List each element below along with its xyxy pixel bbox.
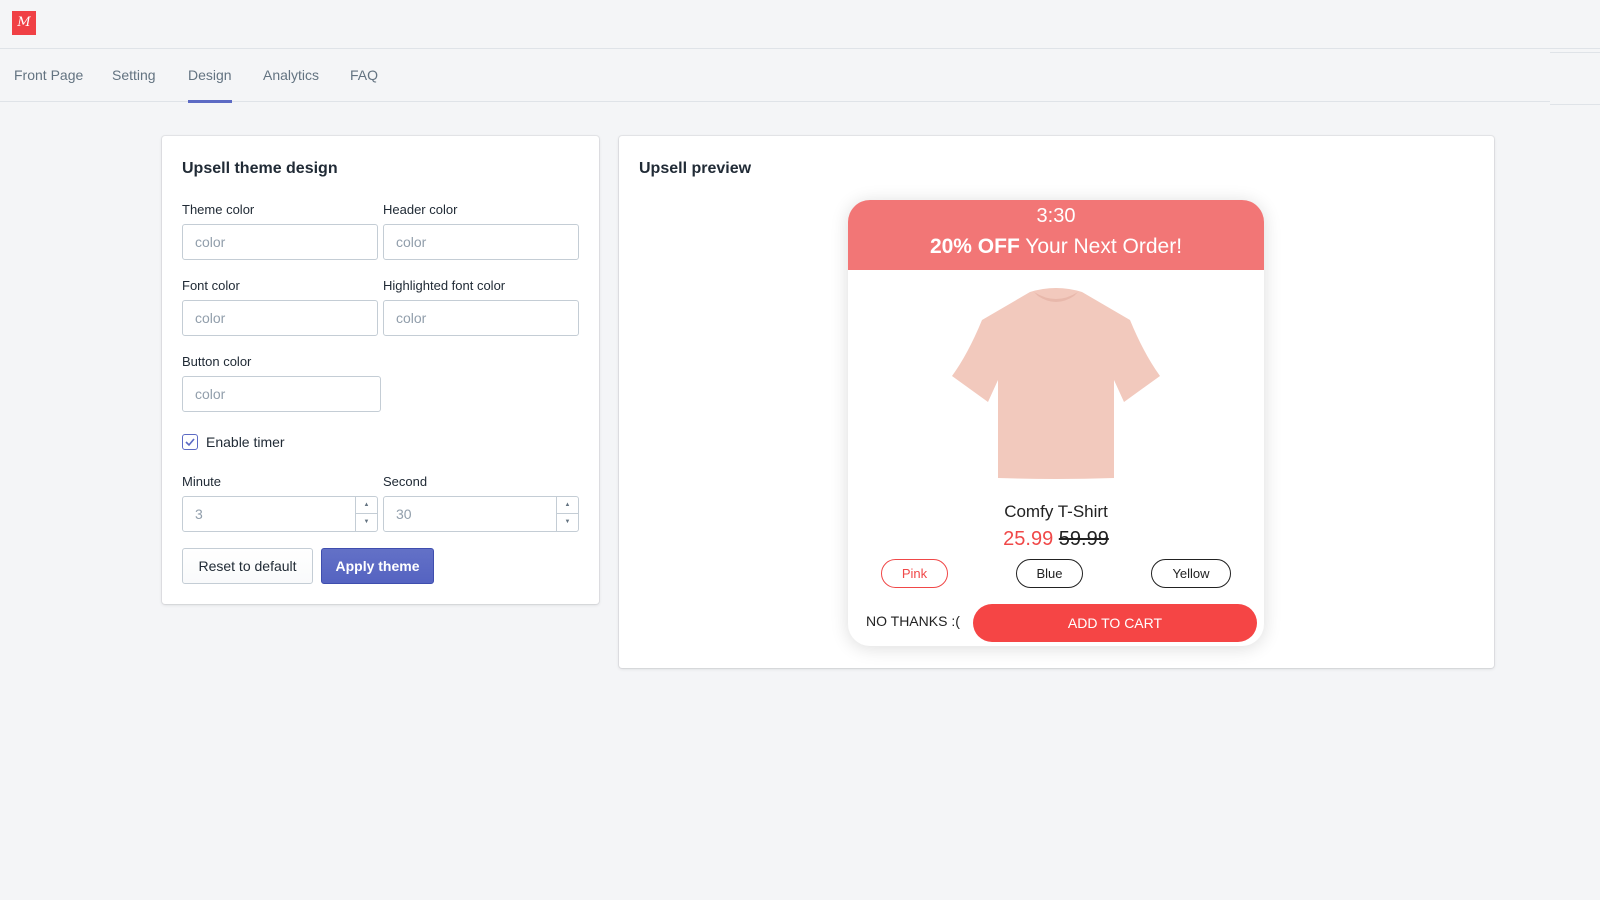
app-logo[interactable]: M <box>12 11 36 35</box>
second-increment-icon[interactable]: ▲ <box>557 497 578 514</box>
product-tshirt-image <box>952 288 1160 479</box>
enable-timer-checkbox[interactable] <box>182 434 198 450</box>
card-title: Upsell preview <box>639 160 752 177</box>
tab-design[interactable]: Design <box>188 49 232 103</box>
font-color-label: Font color <box>182 278 240 293</box>
checkmark-icon <box>185 438 195 447</box>
enable-timer-label: Enable timer <box>206 434 285 450</box>
tab-front-page[interactable]: Front Page <box>14 49 83 102</box>
sale-price: 25.99 <box>1003 528 1054 550</box>
tab-bar: Front Page Setting Design Analytics FAQ <box>0 49 1550 103</box>
tab-setting[interactable]: Setting <box>112 49 156 102</box>
variant-yellow[interactable]: Yellow <box>1151 559 1231 588</box>
highlighted-font-color-input[interactable] <box>383 300 579 336</box>
no-thanks-link[interactable]: NO THANKS :( <box>866 613 960 629</box>
second-label: Second <box>383 474 428 489</box>
variant-blue[interactable]: Blue <box>1016 559 1083 588</box>
apply-theme-button[interactable]: Apply theme <box>321 548 434 584</box>
font-color-input[interactable] <box>182 300 378 336</box>
variant-pink[interactable]: Pink <box>881 559 948 588</box>
countdown-timer: 3:30 <box>1036 205 1076 227</box>
second-decrement-icon[interactable]: ▼ <box>557 514 578 531</box>
tab-bar-extension <box>1550 52 1600 105</box>
original-price: 59.99 <box>1058 528 1109 550</box>
offer-headline: 20% OFF Your Next Order! <box>848 235 1264 259</box>
reset-to-default-button[interactable]: Reset to default <box>182 548 313 584</box>
minute-value: 3 <box>195 506 203 522</box>
minute-spinner: ▲ ▼ <box>355 497 377 531</box>
button-color-input[interactable] <box>182 376 381 412</box>
offer-text: Your Next Order! <box>1019 235 1183 258</box>
add-to-cart-button[interactable]: ADD TO CART <box>973 604 1257 642</box>
second-value: 30 <box>396 506 412 522</box>
minute-decrement-icon[interactable]: ▼ <box>356 514 377 531</box>
minute-label: Minute <box>182 474 222 489</box>
second-spinner: ▲ ▼ <box>556 497 578 531</box>
theme-color-input[interactable] <box>182 224 378 260</box>
second-input[interactable]: 30 ▲ ▼ <box>383 496 579 532</box>
minute-increment-icon[interactable]: ▲ <box>356 497 377 514</box>
theme-color-label: Theme color <box>182 202 255 217</box>
top-bar: M <box>0 0 1600 49</box>
card-title: Upsell theme design <box>182 160 338 177</box>
tab-faq[interactable]: FAQ <box>350 49 378 102</box>
minute-input[interactable]: 3 ▲ ▼ <box>182 496 378 532</box>
upsell-popup-preview: 3:30 20% OFF Your Next Order! Comfy T-Sh… <box>848 200 1264 646</box>
header-color-label: Header color <box>383 202 458 217</box>
tab-analytics[interactable]: Analytics <box>263 49 319 102</box>
offer-discount: 20% OFF <box>929 235 1020 258</box>
button-color-label: Button color <box>182 354 252 369</box>
product-name: Comfy T-Shirt <box>1004 502 1108 521</box>
highlighted-font-color-label: Highlighted font color <box>383 278 506 293</box>
product-price: 25.99 59.99 <box>848 528 1264 551</box>
theme-design-card: Upsell theme design Theme color Header c… <box>162 136 599 604</box>
popup-header: 3:30 20% OFF Your Next Order! <box>848 200 1264 270</box>
header-color-input[interactable] <box>383 224 579 260</box>
